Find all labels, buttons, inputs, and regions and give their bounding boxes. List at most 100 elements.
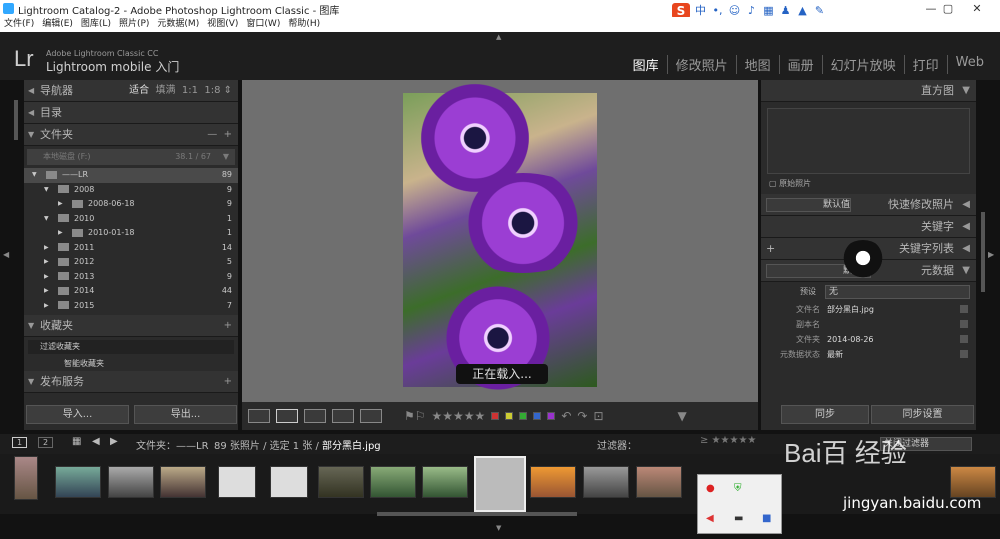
disclosure-icon[interactable]: ▶ — [44, 270, 49, 285]
window-2-button[interactable]: 2 — [38, 437, 54, 448]
left-panel-toggle-icon[interactable]: ◀ — [3, 250, 9, 259]
loupe-view-icon[interactable] — [276, 409, 298, 423]
disclosure-icon[interactable]: ▶ — [44, 241, 49, 256]
rotate-right-icon[interactable]: ↷ — [577, 409, 587, 423]
sync-button[interactable]: 同步 — [781, 405, 869, 424]
window-1-button[interactable]: 1 — [12, 437, 28, 448]
disk-menu-icon[interactable]: ▼ — [223, 149, 229, 165]
mic-icon[interactable]: ♪ — [745, 4, 758, 17]
menu-photo[interactable]: 照片(P) — [119, 17, 149, 32]
thumbnail[interactable] — [270, 466, 308, 498]
original-photo-checkbox[interactable]: ▢ 原始照片 — [761, 174, 976, 194]
metadata-preset-select[interactable]: 无 — [825, 285, 970, 299]
thumbnail[interactable] — [583, 466, 629, 498]
metadata-action-icon[interactable] — [960, 350, 968, 358]
disclosure-icon[interactable]: ▼ — [44, 183, 49, 198]
folder-item[interactable]: ▶ 2010-01-18 1 — [24, 226, 238, 241]
thumbnail[interactable] — [318, 466, 364, 498]
folder-item[interactable]: ▶ 2014 44 — [24, 284, 238, 299]
label-yellow[interactable] — [505, 412, 514, 420]
emoji-icon[interactable]: ☺ — [728, 4, 741, 17]
disclosure-icon[interactable]: ▶ — [58, 226, 63, 241]
folder-item[interactable]: ▶ 2013 9 — [24, 270, 238, 285]
metadata-row[interactable]: 文件名 部分黑白.jpg — [761, 302, 976, 317]
close-button[interactable]: ✕ — [963, 0, 991, 17]
metadata-action-icon[interactable] — [960, 335, 968, 343]
selected-filename[interactable]: 部分黑白.jpg — [322, 437, 381, 452]
main-photo[interactable] — [403, 83, 598, 393]
folder-item[interactable]: ▶ 2008-06-18 9 — [24, 197, 238, 212]
module-library[interactable]: 图库 — [625, 55, 667, 74]
quick-develop-preset[interactable]: 默认值 — [766, 198, 851, 212]
metadata-value[interactable]: 2014-08-26 — [827, 332, 874, 347]
maximize-button[interactable]: ▢ — [933, 0, 963, 17]
device-tray-icon[interactable]: ▬ — [734, 513, 743, 524]
grid-view-icon[interactable] — [248, 409, 270, 423]
selected-thumbnail[interactable] — [474, 456, 526, 512]
menu-edit[interactable]: 编辑(E) — [42, 17, 73, 32]
thumbnail[interactable] — [160, 466, 206, 498]
flag-icon[interactable]: ⚑⚐ — [404, 409, 426, 423]
add-folder-button[interactable]: — + — [207, 124, 232, 146]
module-print[interactable]: 打印 — [903, 55, 947, 74]
volume-tray-icon[interactable]: ◀ — [706, 513, 714, 524]
module-develop[interactable]: 修改照片 — [666, 55, 736, 74]
quick-develop-header[interactable]: 默认值 快速修改照片 ◀ — [761, 194, 976, 216]
skin-icon[interactable]: ▲ — [796, 4, 809, 17]
metadata-action-icon[interactable] — [960, 320, 968, 328]
label-blue[interactable] — [533, 412, 542, 420]
module-map[interactable]: 地图 — [735, 55, 779, 74]
menu-view[interactable]: 视图(V) — [207, 17, 238, 32]
label-purple[interactable] — [547, 412, 556, 420]
thumbnail[interactable] — [108, 466, 154, 498]
punctuation-icon[interactable]: •, — [711, 4, 724, 17]
mobile-link[interactable]: Lightroom mobile 入门 — [46, 58, 179, 75]
label-red[interactable] — [491, 412, 500, 420]
right-scrollbar[interactable] — [981, 212, 985, 292]
bottom-panel-toggle-icon[interactable]: ▼ — [496, 524, 501, 532]
collections-header[interactable]: ▼ 收藏夹 + — [24, 315, 238, 337]
thumbnail[interactable] — [218, 466, 256, 498]
label-green[interactable] — [519, 412, 528, 420]
publish-header[interactable]: ▼ 发布服务 + — [24, 371, 238, 393]
source-label[interactable]: 文件夹：——LR — [136, 437, 209, 452]
menu-help[interactable]: 帮助(H) — [288, 17, 320, 32]
disclosure-icon[interactable]: ▶ — [44, 299, 49, 314]
keyword-header[interactable]: 关键字 ◀ — [761, 216, 976, 238]
tools-icon[interactable]: ✎ — [813, 4, 826, 17]
disclosure-icon[interactable]: ▶ — [44, 284, 49, 299]
disclosure-icon[interactable]: ▶ — [44, 255, 49, 270]
right-panel-toggle-icon[interactable]: ▶ — [988, 250, 994, 259]
disclosure-icon[interactable]: ▼ — [44, 212, 49, 227]
left-scrollbar[interactable] — [14, 100, 18, 140]
navigator-header[interactable]: ◀ 导航器 适合 填满 1:1 1:8 ⇕ — [24, 80, 238, 102]
security-tray-icon[interactable]: ⛨ — [734, 483, 742, 494]
thumbnail[interactable] — [422, 466, 468, 498]
metadata-action-icon[interactable] — [960, 305, 968, 313]
catalog-header[interactable]: ◀ 目录 — [24, 102, 238, 124]
folders-header[interactable]: ▼ 文件夹 — + — [24, 124, 238, 146]
metadata-value[interactable]: 部分黑白.jpg — [827, 302, 874, 317]
folder-item[interactable]: ▼ 2010 1 — [24, 212, 238, 227]
survey-view-icon[interactable] — [332, 409, 354, 423]
grid-icon[interactable]: ▦ — [72, 436, 81, 447]
people-view-icon[interactable] — [360, 409, 382, 423]
navigator-zoom-options[interactable]: 适合 填满 1:1 1:8 ⇕ — [129, 80, 232, 102]
folder-item[interactable]: ▼ 2008 9 — [24, 183, 238, 198]
metadata-row[interactable]: 元数据状态 最新 — [761, 347, 976, 362]
thumbnail[interactable] — [530, 466, 576, 498]
rotate-left-icon[interactable]: ↶ — [561, 409, 571, 423]
metadata-row[interactable]: 文件夹 2014-08-26 — [761, 332, 976, 347]
lang-toggle[interactable]: 中 — [694, 4, 707, 17]
menu-file[interactable]: 文件(F) — [4, 17, 34, 32]
folder-item[interactable]: ▶ 2011 14 — [24, 241, 238, 256]
smart-collections-item[interactable]: 智能收藏夹 — [24, 357, 238, 371]
disclosure-icon[interactable]: ▼ — [32, 168, 37, 183]
filmstrip-scrollbar[interactable] — [377, 512, 577, 516]
module-web[interactable]: Web — [946, 55, 992, 74]
folder-item[interactable]: ▶ 2012 5 — [24, 255, 238, 270]
sync-settings-button[interactable]: 同步设置 — [871, 405, 974, 424]
user-icon[interactable]: ♟ — [779, 4, 792, 17]
folder-item[interactable]: ▼ ——LR 89 — [24, 168, 238, 183]
qq-tray-icon[interactable]: ● — [706, 483, 715, 494]
